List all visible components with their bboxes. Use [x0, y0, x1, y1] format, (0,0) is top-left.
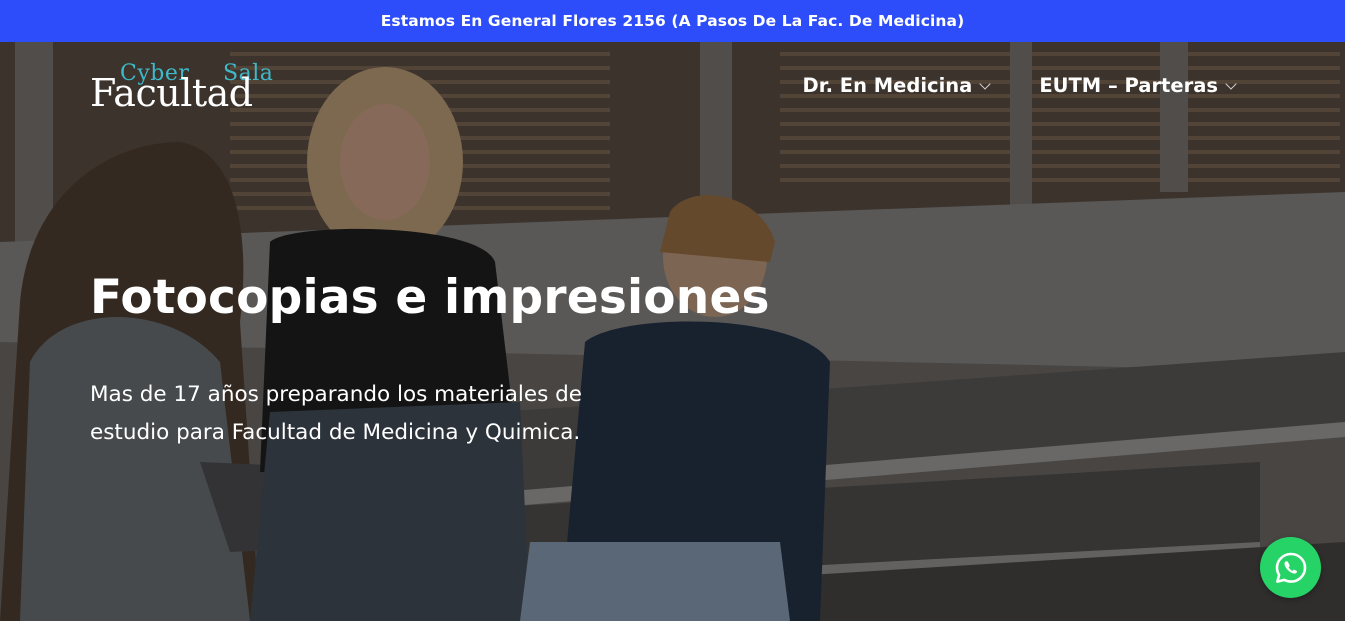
chevron-down-icon	[1225, 78, 1237, 90]
whatsapp-icon	[1275, 552, 1306, 583]
nav-item-dr-en-medicina[interactable]: Dr. En Medicina	[802, 74, 991, 97]
hero-title: Fotocopias e impresiones	[90, 270, 770, 325]
whatsapp-button[interactable]	[1260, 537, 1321, 598]
announcement-bar: Estamos En General Flores 2156 (A Pasos …	[0, 0, 1345, 42]
page: Estamos En General Flores 2156 (A Pasos …	[0, 0, 1345, 621]
site-logo[interactable]: Cyber Sala Facultad	[90, 60, 280, 120]
nav-item-label: EUTM – Parteras	[1039, 74, 1218, 97]
logo-text-facultad: Facultad	[90, 71, 253, 115]
nav-item-label: Dr. En Medicina	[802, 74, 973, 97]
hero-section: Cyber Sala Facultad Dr. En Medicina EUTM…	[0, 42, 1345, 621]
hero-subtitle: Mas de 17 años preparando los materiales…	[90, 382, 583, 445]
chevron-down-icon	[979, 78, 991, 90]
main-nav: Dr. En Medicina EUTM – Parteras	[802, 74, 1237, 97]
hero-overlay	[0, 42, 1345, 621]
nav-item-eutm-parteras[interactable]: EUTM – Parteras	[1039, 74, 1237, 97]
announcement-text: Estamos En General Flores 2156 (A Pasos …	[380, 12, 965, 30]
